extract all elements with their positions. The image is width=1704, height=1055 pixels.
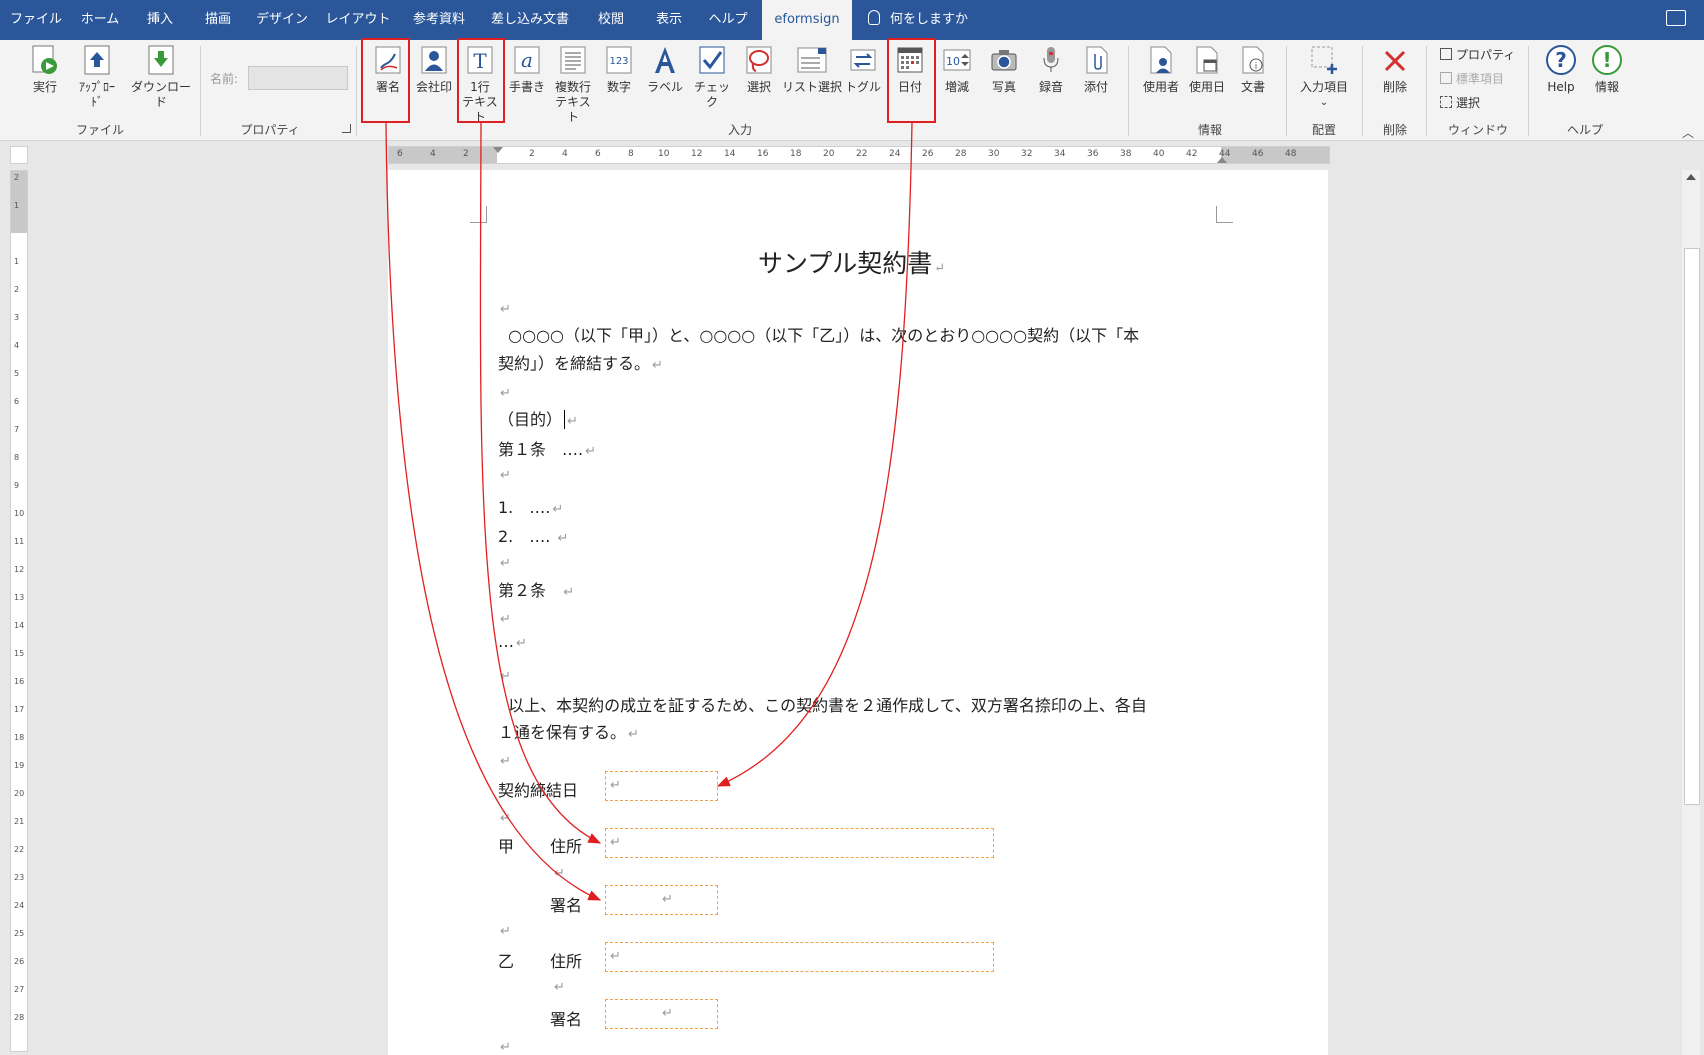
arrow-date-to-date-field <box>716 122 913 787</box>
annotation-arrows <box>385 122 913 901</box>
arrow-signature-to-field <box>385 122 602 901</box>
arrow-text-to-address-field <box>479 122 602 844</box>
